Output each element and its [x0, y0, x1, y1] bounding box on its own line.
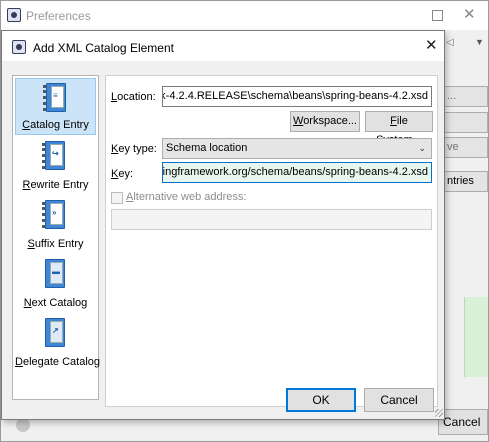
rewrite-entry-icon: ↪ — [42, 141, 66, 171]
rewrite-entry-item[interactable]: ↪ Rewrite Entry — [15, 137, 96, 194]
chevron-down-icon: ⌄ — [418, 143, 426, 153]
key-type-select[interactable]: Schema location ⌄ — [162, 138, 432, 159]
reload-entries-button[interactable]: ntries — [444, 171, 488, 192]
key-type-label: Key type: — [111, 143, 157, 155]
key-label: Key: — [111, 168, 134, 180]
help-icon[interactable] — [16, 418, 30, 432]
alternative-web-address-label: Alternative web address: — [126, 191, 247, 203]
location-field[interactable]: work-4.2.4.RELEASE\schema\beans\spring-b… — [162, 86, 432, 107]
cancel-button[interactable]: Cancel — [364, 388, 434, 412]
next-catalog-label: Next Catalog — [23, 297, 88, 309]
delegate-catalog-icon: ↗ — [42, 318, 66, 348]
chevron-down-icon[interactable]: ▼ — [475, 37, 484, 47]
delegate-catalog-item[interactable]: ↗ Delegate Catalog — [15, 314, 101, 371]
element-type-list: ≡ Catalog Entry ↪ Rewrite Entry » Suffix… — [12, 75, 101, 400]
catalog-entry-icon: ≡ — [43, 83, 67, 113]
suffix-entry-item[interactable]: » Suffix Entry — [15, 196, 96, 253]
resize-grip-icon[interactable] — [435, 409, 443, 417]
key-type-value: Schema location — [166, 142, 248, 154]
add-xml-catalog-element-dialog: Add XML Catalog Element ✕ ≡ Catalog Entr… — [1, 30, 445, 420]
alternative-web-address-checkbox[interactable] — [111, 192, 123, 204]
file-system-button[interactable]: File System... — [365, 111, 433, 146]
next-catalog-icon: ▬ — [42, 259, 66, 289]
preferences-titlebar: Preferences ✕ — [1, 1, 488, 30]
rewrite-entry-label: Rewrite Entry — [22, 179, 89, 191]
blank-button[interactable] — [444, 112, 488, 133]
preferences-title: Preferences — [26, 9, 91, 23]
workspace-button[interactable]: Workspace... — [290, 111, 360, 132]
alternative-web-address-field[interactable] — [111, 209, 432, 230]
ok-button[interactable]: OK — [286, 388, 356, 412]
suffix-entry-label: Suffix Entry — [27, 238, 84, 250]
eclipse-logo-icon — [12, 40, 26, 54]
dialog-titlebar: Add XML Catalog Element ✕ — [2, 31, 444, 61]
close-icon[interactable]: ✕ — [463, 6, 476, 24]
catalog-entry-form: Location: work-4.2.4.RELEASE\schema\bean… — [105, 75, 438, 407]
suffix-entry-icon: » — [42, 200, 66, 230]
close-icon[interactable]: ✕ — [425, 37, 438, 55]
remove-button[interactable]: ve — [444, 137, 488, 158]
edit-button[interactable]: ... — [444, 86, 488, 107]
dialog-title: Add XML Catalog Element — [33, 41, 174, 55]
delegate-catalog-label: Delegate Catalog — [15, 356, 101, 368]
details-area — [464, 297, 488, 377]
maximize-icon[interactable] — [432, 10, 443, 21]
next-catalog-item[interactable]: ▬ Next Catalog — [15, 255, 96, 312]
catalog-entry-item[interactable]: ≡ Catalog Entry — [15, 78, 96, 135]
preferences-cancel-button[interactable]: Cancel — [438, 409, 488, 435]
eclipse-logo-icon — [7, 8, 21, 22]
location-label: Location: — [111, 91, 156, 103]
catalog-entry-label: Catalog Entry — [22, 119, 89, 131]
back-arrow-icon[interactable]: ◁ — [446, 37, 454, 48]
key-field[interactable]: pringframework.org/schema/beans/spring-b… — [162, 162, 432, 183]
